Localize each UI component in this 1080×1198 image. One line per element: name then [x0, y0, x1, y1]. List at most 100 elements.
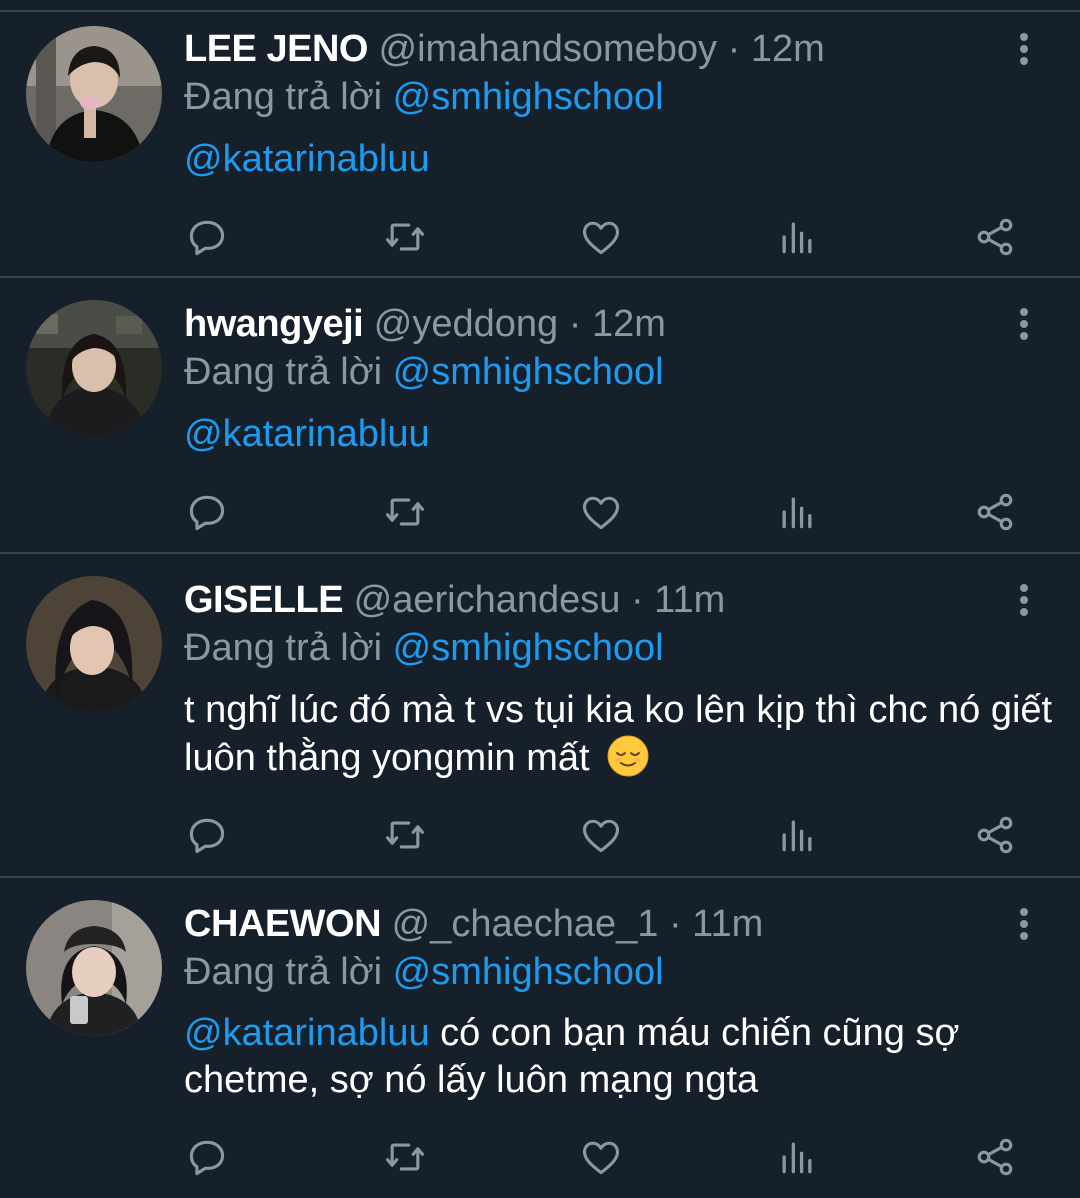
- replying-to: Đang trả lời @smhighschool: [184, 947, 664, 997]
- share-button[interactable]: [970, 810, 1020, 860]
- avatar[interactable]: [26, 26, 162, 162]
- analytics-icon: [782, 1142, 812, 1174]
- reply-icon: [189, 1140, 225, 1176]
- tweet[interactable]: GISELLE @aerichandesu · 11m Đang trả lời…: [0, 554, 1080, 878]
- analytics-icon: [782, 820, 812, 852]
- reply-icon: [189, 495, 225, 531]
- tweet-header: GISELLE @aerichandesu · 11m: [184, 575, 725, 625]
- more-vertical-icon: [1020, 308, 1028, 340]
- tweet-text: @katarinabluu: [184, 411, 1054, 458]
- tweet-text: @katarinabluu: [184, 136, 1054, 183]
- timestamp[interactable]: 12m: [751, 28, 825, 70]
- display-name[interactable]: GISELLE: [184, 579, 344, 621]
- tweet[interactable]: LEE JENO @imahandsomeboy · 12m Đang trả …: [0, 0, 1080, 278]
- tweet[interactable]: hwangyeji @yeddong · 12m Đang trả lời @s…: [0, 278, 1080, 554]
- separator-dot: ·: [727, 28, 741, 70]
- analytics-icon: [782, 497, 812, 529]
- replying-to-label: Đang trả lời: [184, 951, 383, 993]
- user-handle[interactable]: @yeddong: [374, 303, 558, 345]
- share-icon: [977, 1138, 1013, 1176]
- more-button[interactable]: [1004, 902, 1044, 946]
- retweet-icon: [386, 498, 424, 526]
- timestamp[interactable]: 11m: [654, 579, 725, 621]
- more-button[interactable]: [1004, 302, 1044, 346]
- tweet[interactable]: CHAEWON @_chaechae_1 · 11m Đang trả lời …: [0, 878, 1080, 1198]
- action-bar: [0, 1132, 1080, 1182]
- more-button[interactable]: [1004, 27, 1044, 71]
- replying-to-mention[interactable]: @smhighschool: [393, 351, 664, 393]
- like-icon: [582, 221, 620, 255]
- share-button[interactable]: [970, 212, 1020, 262]
- display-name[interactable]: hwangyeji: [184, 303, 364, 345]
- reply-feed: LEE JENO @imahandsomeboy · 12m Đang trả …: [0, 0, 1080, 1198]
- like-icon: [582, 819, 620, 853]
- display-name[interactable]: CHAEWON: [184, 903, 382, 945]
- analytics-button[interactable]: [772, 1132, 822, 1182]
- tweet-text: @katarinabluu có con bạn máu chiến cũng …: [184, 1010, 1054, 1104]
- more-button[interactable]: [1004, 578, 1044, 622]
- user-handle[interactable]: @_chaechae_1: [392, 903, 659, 945]
- relieved-face-emoji-icon: [607, 735, 649, 777]
- mention-link[interactable]: @katarinabluu: [184, 413, 430, 455]
- like-button[interactable]: [576, 487, 626, 537]
- analytics-button[interactable]: [772, 212, 822, 262]
- share-icon: [977, 218, 1013, 256]
- retweet-button[interactable]: [380, 1132, 430, 1182]
- user-handle[interactable]: @imahandsomeboy: [379, 28, 718, 70]
- replying-to: Đang trả lời @smhighschool: [184, 72, 664, 122]
- separator-dot: ·: [668, 903, 682, 945]
- replying-to: Đang trả lời @smhighschool: [184, 347, 664, 397]
- replying-to-label: Đang trả lời: [184, 76, 383, 118]
- timestamp[interactable]: 12m: [592, 303, 666, 345]
- retweet-button[interactable]: [380, 487, 430, 537]
- replying-to-mention[interactable]: @smhighschool: [393, 627, 664, 669]
- like-icon: [582, 1141, 620, 1175]
- analytics-button[interactable]: [772, 810, 822, 860]
- avatar[interactable]: [26, 576, 162, 712]
- avatar[interactable]: [26, 900, 162, 1036]
- more-vertical-icon: [1020, 908, 1028, 940]
- reply-icon: [189, 220, 225, 256]
- retweet-button[interactable]: [380, 810, 430, 860]
- more-vertical-icon: [1020, 584, 1028, 616]
- analytics-icon: [782, 222, 812, 254]
- reply-icon: [189, 818, 225, 854]
- reply-button[interactable]: [182, 487, 232, 537]
- reply-button[interactable]: [182, 212, 232, 262]
- share-button[interactable]: [970, 1132, 1020, 1182]
- like-button[interactable]: [576, 810, 626, 860]
- separator-dot: ·: [630, 579, 644, 621]
- share-icon: [977, 816, 1013, 854]
- reply-button[interactable]: [182, 1132, 232, 1182]
- share-icon: [977, 493, 1013, 531]
- replying-to-label: Đang trả lời: [184, 627, 383, 669]
- share-button[interactable]: [970, 487, 1020, 537]
- replying-to-label: Đang trả lời: [184, 351, 383, 393]
- avatar[interactable]: [26, 300, 162, 436]
- replying-to-mention[interactable]: @smhighschool: [393, 76, 664, 118]
- replying-to: Đang trả lời @smhighschool: [184, 623, 664, 673]
- user-handle[interactable]: @aerichandesu: [354, 579, 621, 621]
- retweet-button[interactable]: [380, 212, 430, 262]
- timestamp[interactable]: 11m: [692, 903, 763, 945]
- display-name[interactable]: LEE JENO: [184, 28, 368, 70]
- action-bar: [0, 810, 1080, 860]
- retweet-icon: [386, 1143, 424, 1171]
- mention-link[interactable]: @katarinabluu: [184, 1012, 430, 1054]
- action-bar: [0, 487, 1080, 537]
- like-button[interactable]: [576, 212, 626, 262]
- tweet-header: LEE JENO @imahandsomeboy · 12m: [184, 24, 825, 74]
- like-icon: [582, 496, 620, 530]
- mention-link[interactable]: @katarinabluu: [184, 138, 430, 180]
- action-bar: [0, 212, 1080, 262]
- tweet-text: t nghĩ lúc đó mà t vs tụi kia ko lên kịp…: [184, 687, 1054, 782]
- separator-dot: ·: [568, 303, 582, 345]
- analytics-button[interactable]: [772, 487, 822, 537]
- retweet-icon: [386, 223, 424, 251]
- reply-button[interactable]: [182, 810, 232, 860]
- tweet-header: hwangyeji @yeddong · 12m: [184, 299, 666, 349]
- retweet-icon: [386, 821, 424, 849]
- more-vertical-icon: [1020, 33, 1028, 65]
- replying-to-mention[interactable]: @smhighschool: [393, 951, 664, 993]
- like-button[interactable]: [576, 1132, 626, 1182]
